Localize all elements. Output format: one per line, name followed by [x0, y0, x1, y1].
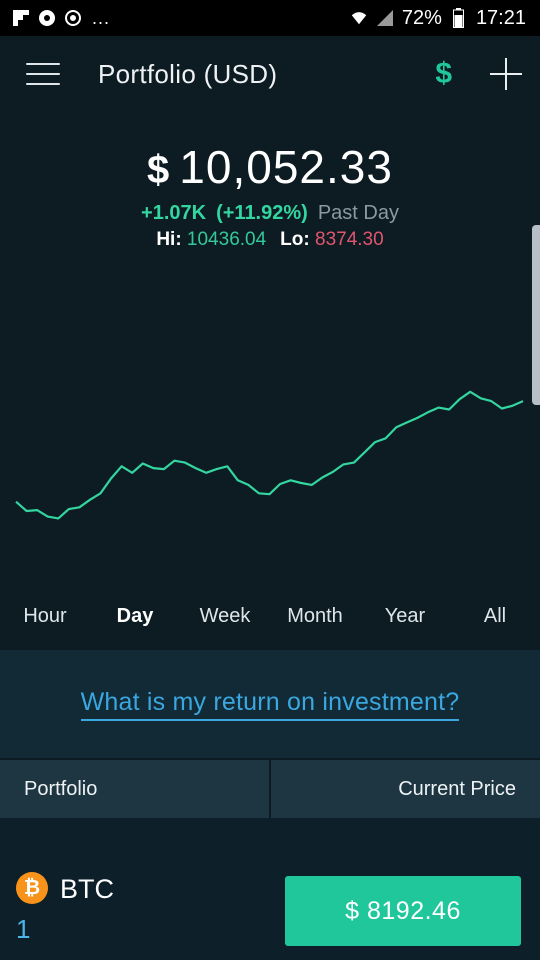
menu-icon[interactable] — [26, 63, 60, 85]
portfolio-series-line — [15, 390, 524, 520]
total-amount: 10,052.33 — [179, 141, 393, 193]
change-percent: (+11.92%) — [216, 202, 308, 224]
plus-icon[interactable] — [490, 58, 522, 90]
range-tab-year[interactable]: Year — [360, 596, 450, 636]
status-bar: ... 72% 17:21 — [0, 0, 540, 36]
range-tab-month[interactable]: Month — [270, 596, 360, 636]
total-currency: $ — [147, 148, 170, 192]
hi-label: Hi: — [156, 229, 182, 250]
change-absolute: +1.07K — [141, 202, 207, 224]
status-bar-left: ... — [12, 8, 110, 29]
wifi-icon — [350, 9, 368, 27]
app-bar: Portfolio (USD) $ — [0, 36, 540, 112]
roi-section: What is my return on investment? — [0, 650, 540, 758]
sync-icon — [64, 9, 82, 27]
change-row: +1.07K (+11.92%) Past Day — [0, 202, 540, 225]
battery-percent: 72% — [401, 6, 442, 29]
status-ellipsis: ... — [92, 7, 111, 28]
column-portfolio[interactable]: Portfolio — [0, 760, 271, 818]
lo-label: Lo: — [280, 229, 310, 250]
time-range-selector: Hour Day Week Month Year All — [0, 596, 540, 636]
hi-value: 10436.04 — [186, 229, 267, 250]
portfolio-total: $ 10,052.33 — [0, 140, 540, 194]
change-period-label: Past Day — [317, 202, 399, 224]
column-current-price[interactable]: Current Price — [271, 760, 540, 818]
battery-icon — [450, 8, 468, 28]
holdings-header: Portfolio Current Price — [0, 760, 540, 818]
range-tab-all[interactable]: All — [450, 596, 540, 636]
page-title: Portfolio (USD) — [98, 58, 278, 89]
bitcoin-icon: ₿ — [16, 872, 48, 904]
range-tab-week[interactable]: Week — [180, 596, 270, 636]
coin-symbol: BTC — [60, 874, 114, 904]
messenger-icon — [38, 9, 56, 27]
scroll-indicator[interactable] — [532, 225, 540, 405]
portfolio-summary: $ 10,052.33 +1.07K (+11.92%) Past Day Hi… — [0, 140, 540, 251]
range-tab-day[interactable]: Day — [90, 596, 180, 636]
clock: 17:21 — [475, 6, 526, 29]
signal-icon — [376, 9, 394, 27]
flipboard-icon — [12, 9, 30, 27]
holding-row[interactable]: ₿ BTC 1 $ 8192.46 — [0, 868, 540, 960]
coin-price-button[interactable]: $ 8192.46 — [285, 876, 521, 946]
range-tab-hour[interactable]: Hour — [0, 596, 90, 636]
status-bar-right: 72% 17:21 — [350, 7, 526, 30]
dollar-icon[interactable]: $ — [435, 57, 452, 91]
roi-link[interactable]: What is my return on investment? — [80, 688, 460, 721]
portfolio-chart[interactable] — [0, 300, 540, 560]
hi-lo-row: Hi: 10436.04 Lo: 8374.30 — [0, 229, 540, 251]
coin-quantity: 1 — [16, 914, 31, 944]
lo-value: 8374.30 — [315, 229, 384, 250]
